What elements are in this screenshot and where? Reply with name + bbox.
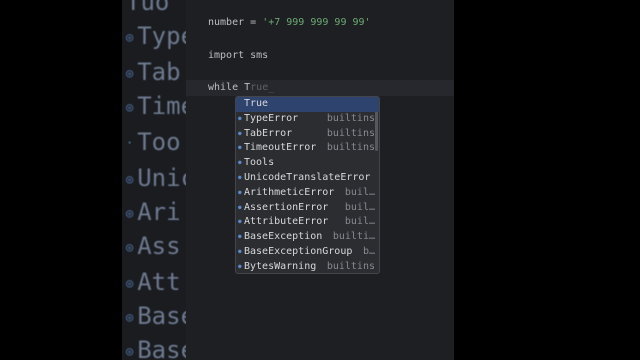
completion-item[interactable]: ● TimeoutError builtins — [236, 141, 379, 156]
completion-item[interactable]: ● ArithmeticError buil… — [236, 186, 379, 201]
class-icon: ● — [238, 233, 242, 241]
completion-item[interactable]: ● AssertionError buil… — [236, 201, 379, 216]
bg-word: Tuo — [126, 0, 170, 16]
bg-word: ◎ Tab — [126, 58, 181, 86]
class-icon: ● — [238, 114, 242, 122]
completion-popup[interactable]: True ● TypeError builtins ● TabError builtins ●… — [235, 96, 380, 274]
completion-item-label: UnicodeTranslateError — [244, 171, 371, 183]
class-icon: ● — [238, 188, 242, 196]
completion-item-module: builtins — [326, 127, 375, 139]
completion-item[interactable]: ● TypeError builtins — [236, 112, 379, 127]
completion-item[interactable]: ● TabError builtins — [236, 127, 379, 142]
class-icon: ● — [238, 129, 242, 137]
completion-item-module: b… — [362, 245, 375, 257]
completion-item-module: builtins — [326, 260, 375, 272]
completion-item-module: buil… — [344, 201, 375, 213]
bg-word: ◎Time — [126, 92, 186, 120]
code-line-1[interactable]: number = '+7 999 999 99 99' — [208, 17, 371, 28]
completion-item-label: BytesWarning — [244, 260, 317, 272]
bg-word: ◎ Ari — [126, 198, 181, 226]
bg-word: ◎Unic — [126, 164, 186, 192]
bg-word: · Too — [126, 128, 181, 156]
completion-item-label: TimeoutError — [244, 142, 317, 154]
class-icon: ● — [238, 159, 242, 167]
completion-item[interactable]: ● UnicodeTranslateError — [236, 171, 379, 186]
bg-word: ◎Base — [126, 336, 186, 360]
code-line-3[interactable]: while True_ — [208, 82, 274, 93]
completion-item-module: builtins — [326, 112, 375, 124]
class-icon: ● — [238, 247, 242, 255]
bg-word: ◎Base — [126, 302, 186, 330]
completion-item-label: True — [244, 98, 269, 109]
completion-item[interactable]: ● AttributeError buil… — [236, 215, 379, 230]
completion-item-label: TabError — [244, 127, 293, 139]
completion-item[interactable]: ● BytesWarning builtins — [236, 260, 379, 273]
completion-item-label: BaseExceptionGroup — [244, 245, 353, 257]
dark-panel — [454, 0, 640, 360]
completion-item-label: ArithmeticError — [244, 186, 335, 198]
completion-item[interactable]: True — [236, 97, 379, 112]
class-icon: ● — [238, 144, 242, 152]
completion-item-module: builtins — [326, 142, 375, 154]
completion-item[interactable]: ● BaseException builti… — [236, 230, 379, 245]
completion-item-label: AttributeError — [244, 216, 329, 228]
completion-item-module: buil… — [344, 216, 375, 228]
completion-item-label: BaseException — [244, 231, 323, 243]
class-icon: ● — [238, 203, 242, 211]
completion-item[interactable]: ● Tools — [236, 156, 379, 171]
class-icon: ● — [238, 262, 242, 270]
class-icon: ● — [238, 173, 242, 181]
bg-word: ◎Type — [126, 22, 186, 50]
completion-item-label: TypeError — [244, 112, 299, 124]
code-line-2[interactable]: import sms — [208, 50, 268, 61]
completion-item-label: Tools — [244, 157, 275, 169]
class-icon: ● — [238, 218, 242, 226]
completion-item-label: AssertionError — [244, 201, 329, 213]
bg-word: ◎ Att — [126, 268, 181, 296]
bg-word: ◎ Ass — [126, 232, 181, 260]
completion-item-module: buil… — [344, 186, 375, 198]
completion-item[interactable]: ● BaseExceptionGroup b… — [236, 245, 379, 260]
background-code-blur: Tuo ◎Type ◎Tab ◎Time ·Too ◎Unic ◎Ari ◎As… — [122, 0, 186, 360]
completion-item-module: builti… — [332, 231, 375, 243]
